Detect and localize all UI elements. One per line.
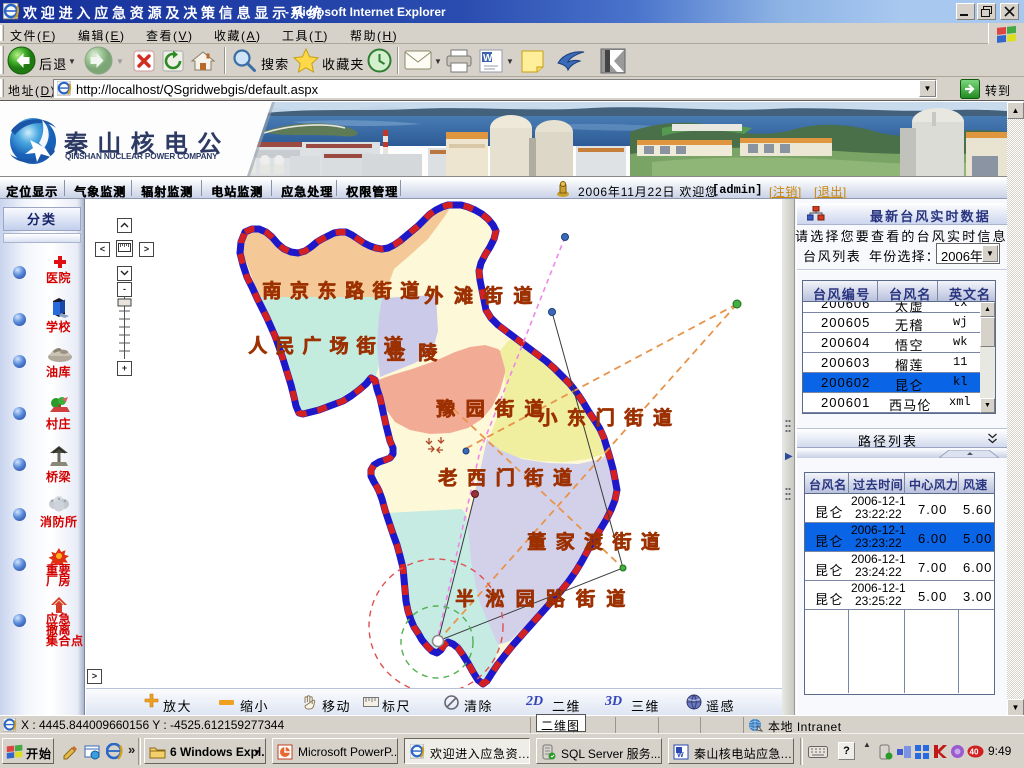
svg-text:W: W — [677, 752, 684, 759]
svg-text:40: 40 — [970, 748, 979, 757]
svg-text:W: W — [483, 53, 493, 64]
